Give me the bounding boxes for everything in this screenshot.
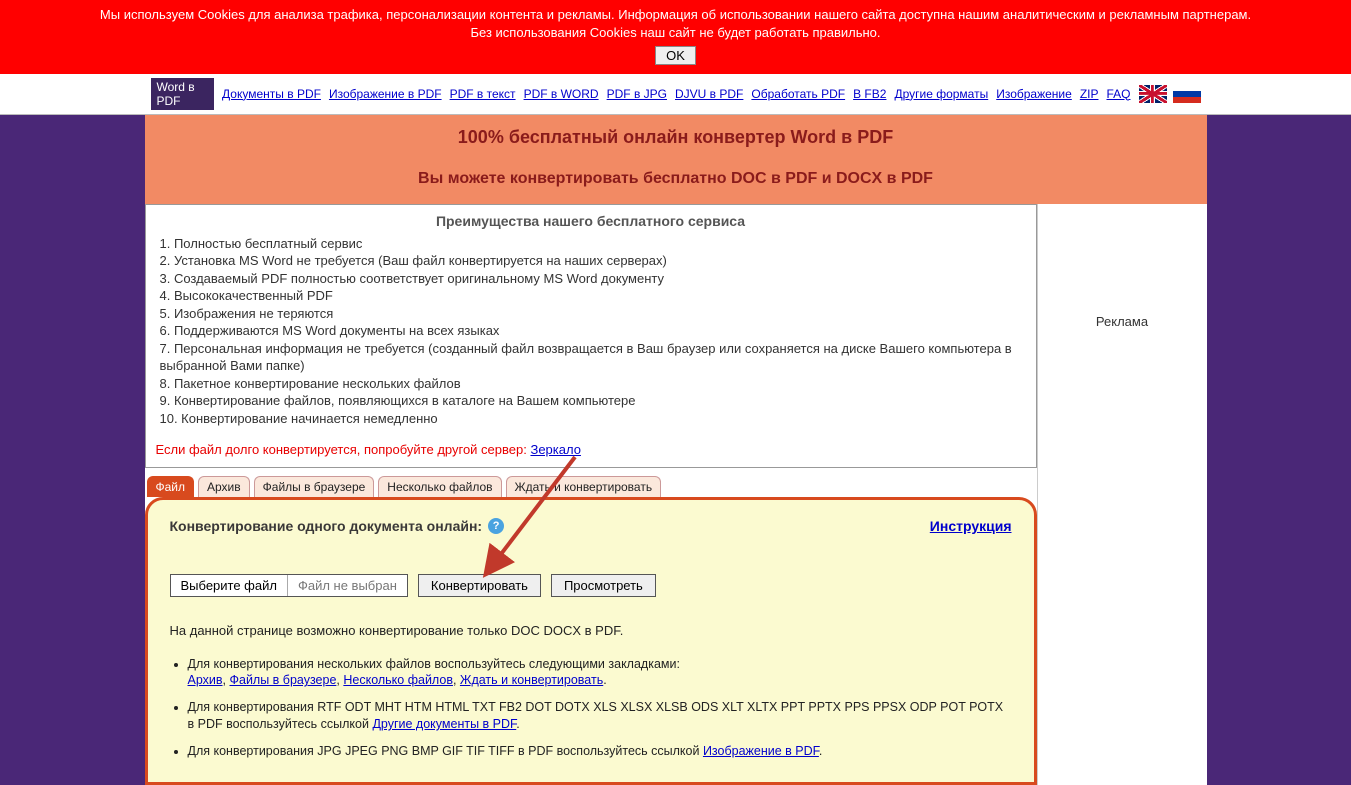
hero-title: 100% бесплатный онлайн конвертер Word в … <box>155 127 1197 148</box>
mirror-link[interactable]: Зеркало <box>530 442 580 457</box>
file-placeholder: Файл не выбран <box>288 575 407 596</box>
file-picker[interactable]: Выберите файл Файл не выбран <box>170 574 408 597</box>
panel-title: Конвертирование одного документа онлайн: <box>170 518 483 534</box>
cookie-banner: Мы используем Cookies для анализа трафик… <box>0 0 1351 74</box>
bullet-item: Для конвертирования RTF ODT MHT HTM HTML… <box>188 699 1012 733</box>
bullet-link[interactable]: Несколько файлов <box>343 673 453 687</box>
nav-link[interactable]: FAQ <box>1106 87 1130 101</box>
tab-file[interactable]: Файл <box>147 476 195 497</box>
note-line: На данной странице возможно конвертирова… <box>170 623 1012 638</box>
nav-link[interactable]: В FB2 <box>853 87 886 101</box>
flag-ru-icon[interactable] <box>1173 85 1201 103</box>
bullet-link[interactable]: Файлы в браузере <box>229 673 336 687</box>
choose-file-button[interactable]: Выберите файл <box>171 575 288 596</box>
nav-active[interactable]: Word в PDF <box>151 78 215 110</box>
benefit-item: 3. Создаваемый PDF полностью соответству… <box>160 270 1026 288</box>
flag-uk-icon[interactable] <box>1139 85 1167 103</box>
mirror-text: Если файл долго конвертируется, попробуй… <box>156 442 531 457</box>
hero-subtitle: Вы можете конвертировать бесплатно DOC в… <box>155 170 1197 188</box>
instruction-link[interactable]: Инструкция <box>930 518 1012 534</box>
bullet-link[interactable]: Ждать и конвертировать <box>460 673 603 687</box>
tab-archive[interactable]: Архив <box>198 476 250 497</box>
bullet-link[interactable]: Изображение в PDF <box>703 744 819 758</box>
tabs-row: Файл Архив Файлы в браузере Несколько фа… <box>147 476 1037 497</box>
tab-wait-convert[interactable]: Ждать и конвертировать <box>506 476 662 497</box>
nav-link[interactable]: PDF в текст <box>450 87 516 101</box>
bullet-link[interactable]: Архив <box>188 673 223 687</box>
nav-link[interactable]: Изображение <box>996 87 1072 101</box>
benefit-item: 2. Установка MS Word не требуется (Ваш ф… <box>160 252 1026 270</box>
nav-link[interactable]: PDF в WORD <box>524 87 599 101</box>
nav-link[interactable]: Документы в PDF <box>222 87 321 101</box>
benefit-item: 6. Поддерживаются MS Word документы на в… <box>160 322 1026 340</box>
tab-multi-files[interactable]: Несколько файлов <box>378 476 501 497</box>
hero-banner: 100% бесплатный онлайн конвертер Word в … <box>145 115 1207 204</box>
top-nav-bar: Word в PDF Документы в PDF Изображение в… <box>0 74 1351 115</box>
nav-link[interactable]: ZIP <box>1080 87 1099 101</box>
view-button[interactable]: Просмотреть <box>551 574 656 597</box>
benefits-box: Преимущества нашего бесплатного сервиса … <box>145 204 1037 468</box>
nav-link[interactable]: Обработать PDF <box>751 87 845 101</box>
benefit-item: 1. Полностью бесплатный сервис <box>160 235 1026 253</box>
nav-link[interactable]: Другие форматы <box>894 87 988 101</box>
bullet-item: Для конвертирования JPG JPEG PNG BMP GIF… <box>188 743 1012 760</box>
bullet-item: Для конвертирования нескольких файлов во… <box>188 656 1012 690</box>
tab-browser-files[interactable]: Файлы в браузере <box>254 476 375 497</box>
benefits-title: Преимущества нашего бесплатного сервиса <box>156 213 1026 229</box>
benefit-item: 7. Персональная информация не требуется … <box>160 340 1026 375</box>
cookie-text-2: Без использования Cookies наш сайт не бу… <box>10 24 1341 42</box>
nav-link[interactable]: DJVU в PDF <box>675 87 743 101</box>
benefit-item: 10. Конвертирование начинается немедленн… <box>160 410 1026 428</box>
benefit-item: 4. Высококачественный PDF <box>160 287 1026 305</box>
nav-link[interactable]: PDF в JPG <box>607 87 667 101</box>
cookie-text-1: Мы используем Cookies для анализа трафик… <box>10 6 1341 24</box>
benefit-item: 5. Изображения не теряются <box>160 305 1026 323</box>
bullet-link[interactable]: Другие документы в PDF <box>372 717 516 731</box>
benefit-item: 8. Пакетное конвертирование нескольких ф… <box>160 375 1026 393</box>
benefit-item: 9. Конвертирование файлов, появляющихся … <box>160 392 1026 410</box>
help-icon[interactable]: ? <box>488 518 504 534</box>
nav-link[interactable]: Изображение в PDF <box>329 87 442 101</box>
ad-label: Реклама <box>1048 314 1197 329</box>
convert-button[interactable]: Конвертировать <box>418 574 541 597</box>
cookie-ok-button[interactable]: OK <box>655 46 696 65</box>
ad-column: Реклама <box>1037 204 1207 785</box>
convert-panel: Конвертирование одного документа онлайн:… <box>145 497 1037 785</box>
